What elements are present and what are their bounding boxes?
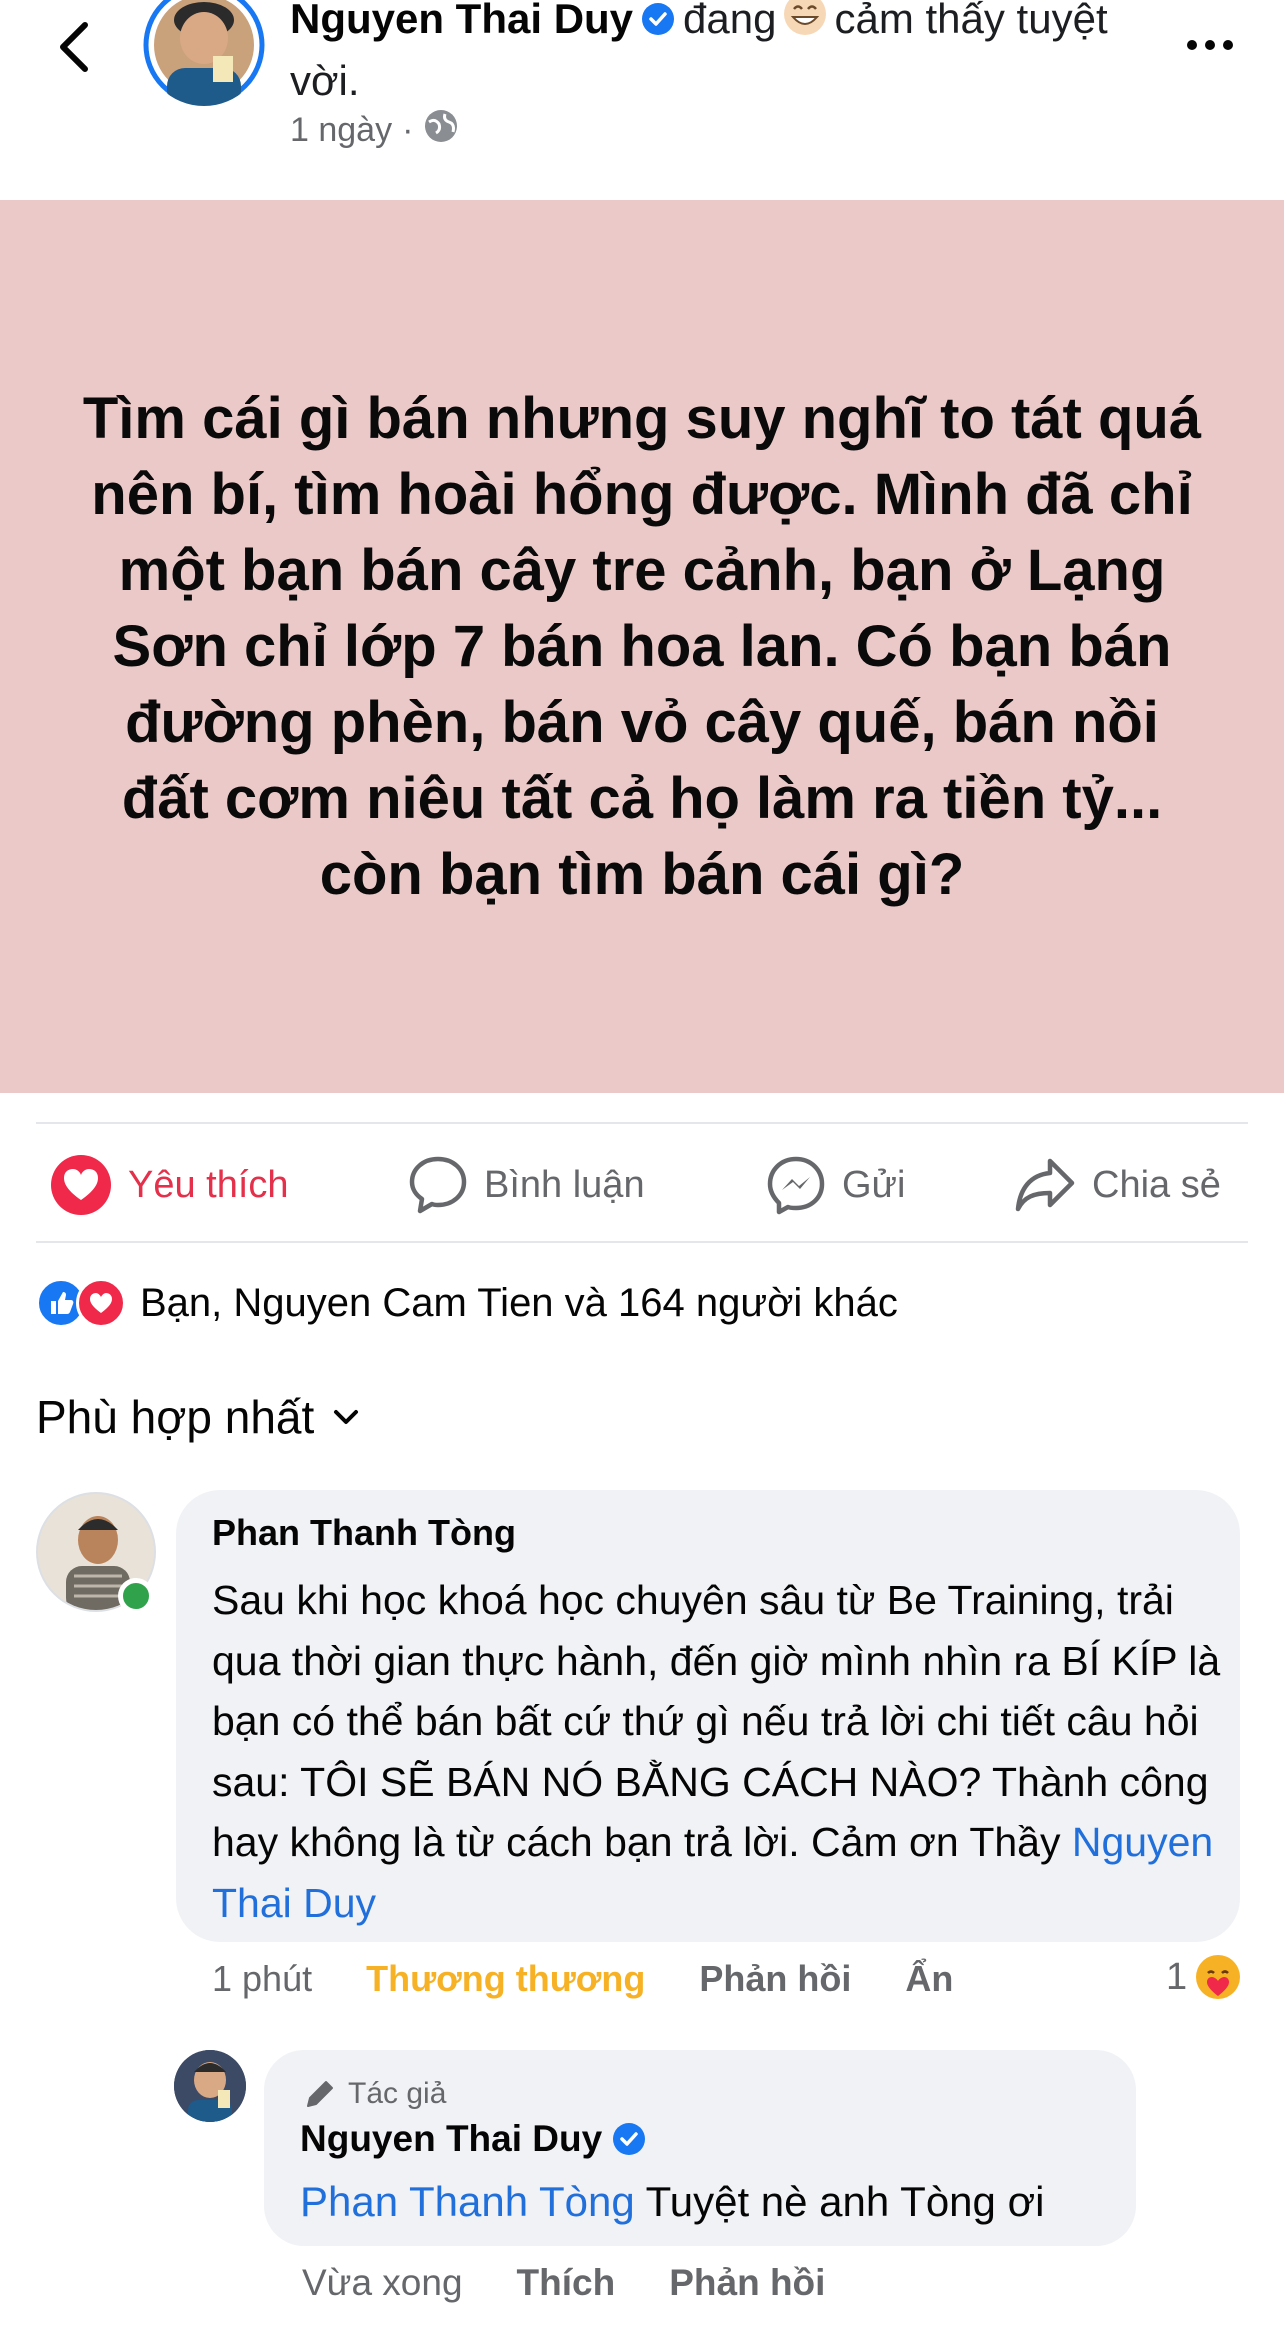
send-button[interactable]: Gửi: [766, 1150, 905, 1220]
comment-label: Bình luận: [484, 1163, 645, 1206]
comment-body: Sau khi học khoá học chuyên sâu từ Be Tr…: [212, 1577, 1221, 1865]
post-text: Tìm cái gì bán nhưng suy nghĩ to tát quá…: [82, 385, 1202, 907]
divider: [36, 1122, 1248, 1124]
comment-actions: 1 phút Thương thương Phản hồi Ẩn: [212, 1958, 953, 2000]
chevron-down-icon: [334, 1410, 359, 1424]
sort-label: Phù hợp nhất: [36, 1391, 315, 1443]
grinning-emoji-icon: [782, 0, 828, 52]
comment-reaction-button[interactable]: Thương thương: [366, 1958, 645, 2000]
author-line: Nguyen Thai Duy đang cảm thấy tuyệt vời.: [290, 0, 1140, 110]
comment-hide-button[interactable]: Ẩn: [905, 1958, 953, 2000]
reaction-icons: [36, 1278, 126, 1328]
comment-text: Sau khi học khoá học chuyên sâu từ Be Tr…: [212, 1570, 1222, 1933]
post-meta: 1 ngày ·: [290, 108, 459, 153]
pen-icon: [307, 2081, 333, 2107]
like-label: Yêu thích: [128, 1163, 289, 1206]
globe-icon: [423, 108, 459, 153]
messenger-icon: [767, 1156, 825, 1215]
author-badge: Tác giả: [302, 2076, 446, 2112]
dot-icon: [1205, 40, 1215, 50]
reply-text: Phan Thanh Tòng Tuyệt nè anh Tòng ơi: [300, 2178, 1044, 2226]
back-button[interactable]: [44, 12, 104, 82]
verified-badge-icon: [613, 2123, 646, 2155]
author-name[interactable]: Nguyen Thai Duy: [290, 0, 633, 42]
love-reaction-icon: [76, 1278, 126, 1328]
comment-reply-button[interactable]: Phản hồi: [699, 1958, 851, 2000]
heart-icon: [51, 1155, 111, 1215]
reply-mention-link[interactable]: Phan Thanh Tòng: [300, 2178, 635, 2225]
dot-icon: [1187, 40, 1197, 50]
chevron-left-icon: [60, 22, 88, 72]
reply-author-avatar[interactable]: [174, 2050, 246, 2122]
reply-time: Vừa xong: [302, 2262, 463, 2303]
send-label: Gửi: [842, 1163, 906, 1206]
comment-reaction-count[interactable]: 1: [1166, 1952, 1243, 2002]
comment-button[interactable]: Bình luận: [408, 1150, 645, 1220]
feeling-prefix: đang: [683, 0, 777, 42]
share-arrow-icon: [1015, 1158, 1075, 1212]
divider: [36, 1241, 1248, 1243]
care-reaction-icon: [1196, 1955, 1241, 1999]
post-text-background: Tìm cái gì bán nhưng suy nghĩ to tát quá…: [0, 200, 1284, 1093]
comment-time: 1 phút: [212, 1958, 313, 1999]
verified-badge-icon: [641, 0, 675, 51]
like-button[interactable]: Yêu thích: [50, 1150, 289, 1220]
share-label: Chia sẻ: [1092, 1163, 1221, 1206]
post-timestamp[interactable]: 1 ngày: [290, 111, 392, 150]
comment-bubble-icon: [409, 1156, 467, 1214]
reply-author-label: Nguyen Thai Duy: [300, 2118, 603, 2159]
reply-author-name[interactable]: Nguyen Thai Duy: [300, 2118, 646, 2160]
author-badge-label: Tác giả: [348, 2077, 447, 2110]
meta-separator: ·: [402, 111, 414, 149]
reply-reply-button[interactable]: Phản hồi: [669, 2262, 825, 2304]
comment-sort-dropdown[interactable]: Phù hợp nhất: [36, 1390, 360, 1444]
comment-reaction-number: 1: [1166, 1955, 1188, 1998]
online-status-badge: [118, 1578, 154, 1614]
commenter-name[interactable]: Phan Thanh Tòng: [212, 1512, 516, 1554]
author-avatar[interactable]: [143, 0, 265, 106]
dot-icon: [1223, 40, 1233, 50]
reply-actions: Vừa xong Thích Phản hồi: [302, 2262, 825, 2304]
reaction-summary-text: Bạn, Nguyen Cam Tien và 164 người khác: [140, 1280, 898, 1325]
share-button[interactable]: Chia sẻ: [1014, 1150, 1221, 1220]
reply-like-button[interactable]: Thích: [517, 2262, 616, 2304]
reply-body: Tuyệt nè anh Tòng ơi: [634, 2178, 1045, 2225]
more-options-button[interactable]: [1180, 30, 1240, 60]
reaction-summary[interactable]: Bạn, Nguyen Cam Tien và 164 người khác: [36, 1278, 898, 1328]
